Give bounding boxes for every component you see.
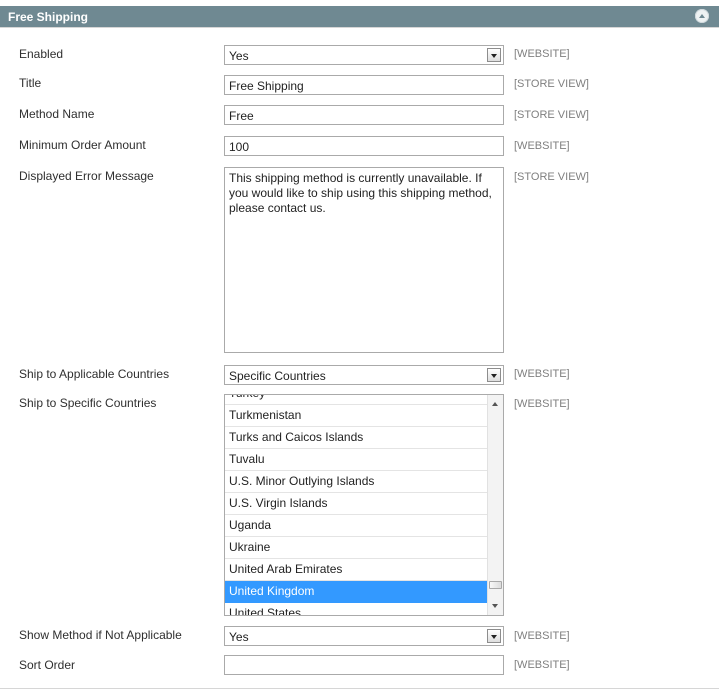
enabled-select-value: Yes xyxy=(229,49,249,63)
country-option[interactable]: Turks and Caicos Islands xyxy=(225,427,487,449)
country-option[interactable]: Turkmenistan xyxy=(225,405,487,427)
country-option[interactable]: Tuvalu xyxy=(225,449,487,471)
title-scope: [STORE VIEW] xyxy=(514,78,589,90)
chevron-down-icon[interactable] xyxy=(487,48,501,62)
min-order-input-value: 100 xyxy=(229,140,250,154)
method-name-input[interactable]: Free xyxy=(224,105,504,125)
error-message-textarea[interactable]: This shipping method is currently unavai… xyxy=(224,167,504,353)
country-options-list: TurkeyTurkmenistanTurks and Caicos Islan… xyxy=(225,395,487,615)
enabled-label: Enabled xyxy=(19,47,64,61)
error-message-textarea-value: This shipping method is currently unavai… xyxy=(229,171,496,215)
specific-countries-label: Ship to Specific Countries xyxy=(19,396,157,410)
specific-countries-multiselect[interactable]: TurkeyTurkmenistanTurks and Caicos Islan… xyxy=(224,394,504,616)
chevron-down-icon[interactable] xyxy=(487,629,501,643)
specific-countries-scope: [WEBSITE] xyxy=(514,398,570,410)
country-list-scrollbar[interactable] xyxy=(487,395,503,615)
method-name-label: Method Name xyxy=(19,107,95,121)
scroll-down-arrow-icon[interactable] xyxy=(492,604,498,608)
error-message-label: Displayed Error Message xyxy=(19,169,154,183)
applicable-countries-scope: [WEBSITE] xyxy=(514,368,570,380)
country-option[interactable]: U.S. Virgin Islands xyxy=(225,493,487,515)
chevron-down-icon[interactable] xyxy=(487,368,501,382)
applicable-countries-select[interactable]: Specific Countries xyxy=(224,365,504,385)
section-title: Free Shipping xyxy=(8,10,89,24)
country-option[interactable]: Turkey xyxy=(225,395,487,405)
method-name-scope: [STORE VIEW] xyxy=(514,109,589,121)
sort-order-scope: [WEBSITE] xyxy=(514,659,570,671)
show-method-label: Show Method if Not Applicable xyxy=(19,628,182,642)
show-method-select-value: Yes xyxy=(229,630,249,644)
enabled-select[interactable]: Yes xyxy=(224,45,504,65)
error-message-scope: [STORE VIEW] xyxy=(514,171,589,183)
min-order-label: Minimum Order Amount xyxy=(19,138,146,152)
show-method-scope: [WEBSITE] xyxy=(514,630,570,642)
country-option[interactable]: United Arab Emirates xyxy=(225,559,487,581)
method-name-input-value: Free xyxy=(229,109,254,123)
show-method-select[interactable]: Yes xyxy=(224,626,504,646)
country-option[interactable]: U.S. Minor Outlying Islands xyxy=(225,471,487,493)
chevron-up-circle-icon[interactable] xyxy=(695,9,709,23)
country-option[interactable]: United Kingdom xyxy=(225,581,487,603)
min-order-input[interactable]: 100 xyxy=(224,136,504,156)
applicable-countries-label: Ship to Applicable Countries xyxy=(19,367,170,381)
section-header-free-shipping[interactable]: Free Shipping xyxy=(0,6,719,28)
section-bottom-divider xyxy=(0,688,719,689)
scrollbar-thumb[interactable] xyxy=(489,581,502,589)
enabled-scope: [WEBSITE] xyxy=(514,48,570,60)
title-input[interactable]: Free Shipping xyxy=(224,75,504,95)
country-option[interactable]: Ukraine xyxy=(225,537,487,559)
title-label: Title xyxy=(19,76,42,90)
sort-order-input[interactable] xyxy=(224,655,504,675)
scroll-up-arrow-icon[interactable] xyxy=(492,402,498,406)
country-option[interactable]: Uganda xyxy=(225,515,487,537)
applicable-countries-select-value: Specific Countries xyxy=(229,369,326,383)
title-input-value: Free Shipping xyxy=(229,79,304,93)
min-order-scope: [WEBSITE] xyxy=(514,140,570,152)
sort-order-label: Sort Order xyxy=(19,658,76,672)
country-option[interactable]: United States xyxy=(225,603,487,615)
